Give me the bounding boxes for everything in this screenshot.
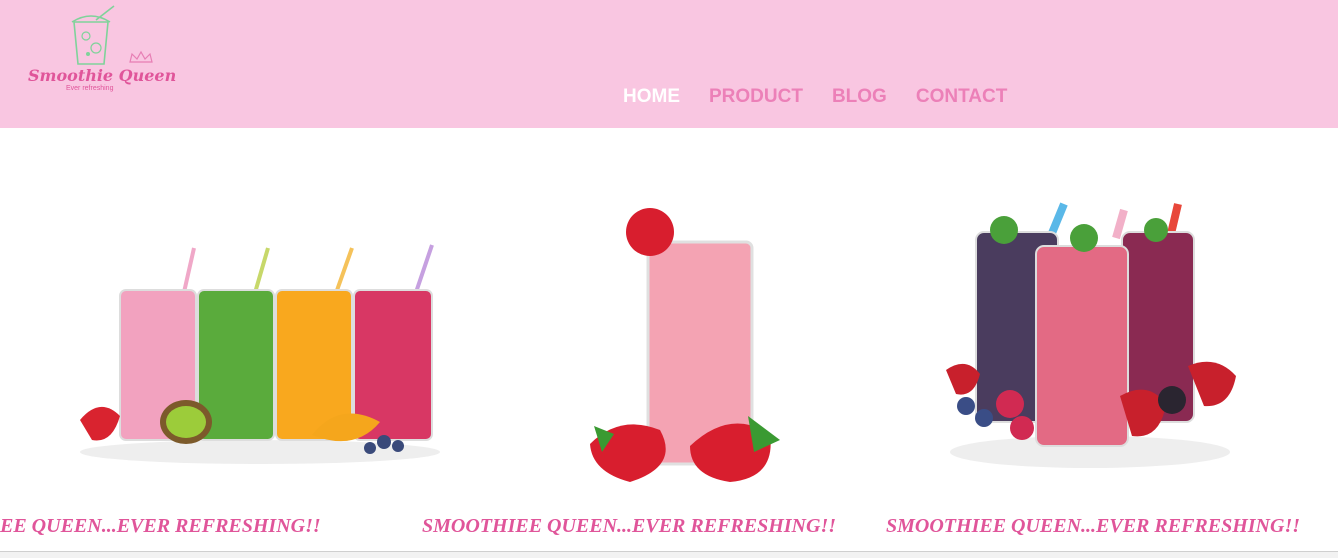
nav-blog-link[interactable]: BLOG xyxy=(832,86,887,108)
four-smoothie-glasses-image xyxy=(80,244,440,464)
slide-caption-1: EE QUEEN...EVER REFRESHING!! xyxy=(0,515,321,537)
slide-image-3 xyxy=(940,190,1250,495)
nav-product-link[interactable]: PRODUCT xyxy=(709,86,803,108)
nav-contact-link[interactable]: CONTACT xyxy=(916,86,1007,108)
main-nav: HOME PRODUCT BLOG CONTACT xyxy=(623,86,1007,108)
nav-home-link[interactable]: HOME xyxy=(623,86,680,108)
slide-image-2 xyxy=(580,190,820,495)
site-header: Smoothie Queen Ever refreshing HOME PROD… xyxy=(0,0,1338,128)
slide-caption-3: SMOOTHIEE QUEEN...EVER REFRESHING!! xyxy=(886,515,1301,537)
slide-caption-2: SMOOTHIEE QUEEN...EVER REFRESHING!! xyxy=(422,515,837,537)
brand-name: Smoothie Queen xyxy=(28,66,177,85)
slide-image-1 xyxy=(70,190,450,485)
brand-logo[interactable]: Smoothie Queen Ever refreshing xyxy=(26,4,176,96)
berry-smoothies-image xyxy=(946,202,1236,468)
brand-tagline: Ever refreshing xyxy=(66,85,114,92)
strawberry-smoothie-image xyxy=(590,208,780,482)
